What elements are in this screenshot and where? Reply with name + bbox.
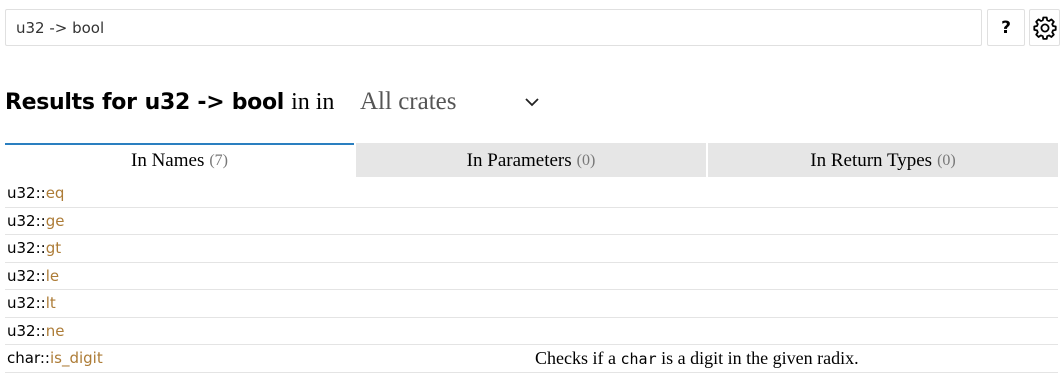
tab-label: In Parameters [466,150,572,171]
result-path: u32::eq [7,184,65,203]
result-path: char::is_digit [7,349,103,368]
chevron-down-icon [525,98,539,107]
result-fn-name: eq [45,184,65,203]
tab-label: In Names [131,150,205,171]
crate-select[interactable]: All crates [354,84,550,120]
result-row[interactable]: u32::lt [5,290,1058,318]
tab-in-return-types[interactable]: In Return Types (0) [708,143,1058,177]
crate-select-value: All crates [360,88,457,115]
help-button[interactable]: ? [987,9,1025,46]
result-row[interactable]: u32::eq [5,180,1058,208]
results-list: u32::eq u32::ge u32::gt u32::le u32::lt … [5,180,1058,373]
result-fn-name: lt [45,294,56,313]
result-path: u32::ne [7,321,65,340]
results-tabs: In Names (7) In Parameters (0) In Return… [5,143,1058,177]
result-row[interactable]: u32::le [5,263,1058,290]
results-heading: Results for u32 -> bool in in [5,84,334,120]
tab-count: (0) [576,152,596,169]
search-input[interactable] [5,9,982,46]
result-row[interactable]: u32::ne [5,318,1058,345]
result-fn-name: is_digit [49,349,103,368]
settings-button[interactable] [1029,9,1060,46]
results-in-text: in in [291,88,335,115]
tab-in-names[interactable]: In Names (7) [5,143,354,177]
result-row[interactable]: u32::ge [5,208,1058,235]
tab-count: (0) [937,152,956,169]
gear-icon [1032,16,1057,40]
search-bar: ? [5,9,1060,47]
result-row[interactable]: char::is_digit Checks if a char is a dig… [5,345,1058,373]
result-row[interactable]: u32::gt [5,235,1058,263]
result-fn-name: ge [45,211,65,230]
result-desc-code: char [620,349,657,368]
result-path: u32::gt [7,239,62,258]
results-label: Results for [5,89,137,115]
tab-label: In Return Types [810,150,933,171]
tab-in-parameters[interactable]: In Parameters (0) [356,143,706,177]
result-path: u32::lt [7,294,56,313]
result-description: Checks if a char is a digit in the given… [535,347,859,368]
results-query: u32 -> bool [144,89,285,115]
result-path: u32::le [7,266,60,285]
result-fn-name: ne [45,321,65,340]
tab-count: (7) [209,152,228,169]
result-fn-name: gt [45,239,62,258]
result-path: u32::ge [7,211,65,230]
result-fn-name: le [45,266,60,285]
